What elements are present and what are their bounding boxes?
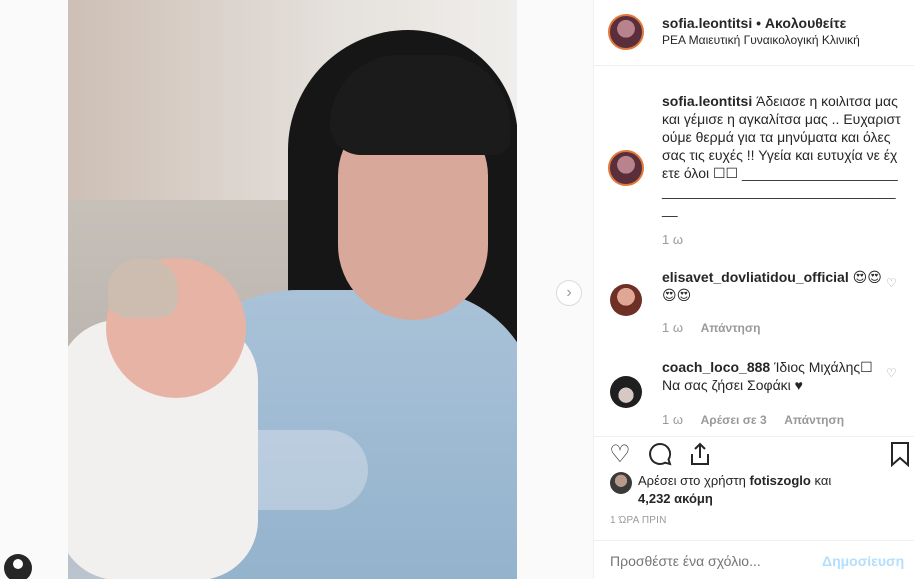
comment-heart-icon[interactable]: ♡ — [886, 276, 897, 290]
commenter-username[interactable]: elisavet_dovliatidou_official — [662, 269, 849, 285]
caption-time[interactable]: 1 ω — [662, 232, 683, 247]
following-button[interactable]: Ακολουθείτε — [765, 15, 846, 31]
likes-prefix: Αρέσει στο χρήστη — [638, 473, 746, 488]
reply-button[interactable]: Απάντηση — [784, 413, 844, 427]
likes-count[interactable]: 4,232 ακόμη — [638, 491, 713, 506]
chevron-right-icon[interactable]: › — [556, 280, 582, 306]
share-icon[interactable] — [686, 441, 714, 469]
comments-list[interactable]: sofia.leontitsi Άδειασε η κοιλιτσα μας κ… — [594, 66, 914, 436]
profile-icon[interactable] — [4, 554, 32, 579]
commenter-avatar[interactable] — [610, 284, 642, 316]
action-bar: ♡ — [594, 436, 914, 474]
post-header: sofia.leontitsi • Ακολουθείτε ΡΕΑ Μαιευτ… — [594, 0, 914, 66]
caption-avatar[interactable] — [608, 150, 644, 186]
bookmark-icon[interactable] — [886, 441, 914, 469]
post-button[interactable]: Δημοσίευση — [822, 553, 904, 569]
post-details: sofia.leontitsi • Ακολουθείτε ΡΕΑ Μαιευτ… — [593, 0, 914, 579]
caption-text: Άδειασε η κοιλιτσα μας και γέμισε η αγκα… — [662, 93, 901, 217]
comment-likes[interactable]: Αρέσει σε 3 — [701, 413, 767, 427]
author-avatar[interactable] — [608, 14, 644, 50]
reply-button[interactable]: Απάντηση — [701, 321, 761, 335]
comment-time[interactable]: 1 ω — [662, 320, 683, 335]
author-username[interactable]: sofia.leontitsi — [662, 15, 752, 31]
location-link[interactable]: ΡΕΑ Μαιευτική Γυναικολογική Κλινική — [662, 33, 860, 47]
heart-icon[interactable]: ♡ — [606, 441, 634, 469]
comment-time[interactable]: 1 ω — [662, 412, 683, 427]
commenter-avatar[interactable] — [610, 376, 642, 408]
commenter-username[interactable]: coach_loco_888 — [662, 359, 770, 375]
caption-username[interactable]: sofia.leontitsi — [662, 93, 752, 109]
comment-input[interactable] — [610, 553, 810, 569]
comment-heart-icon[interactable]: ♡ — [886, 366, 897, 380]
comment-box: Δημοσίευση — [594, 540, 914, 579]
post-photo[interactable] — [68, 0, 517, 579]
post-timestamp[interactable]: 1 ΏΡΑ ΠΡΙΝ — [610, 515, 667, 526]
liker-avatar[interactable] — [610, 472, 632, 494]
likes-middle: και — [814, 473, 832, 488]
liker-username[interactable]: fotiszoglo — [749, 473, 810, 488]
speech-bubble-icon[interactable] — [646, 441, 674, 469]
separator-dot: • — [756, 15, 762, 31]
media-pane: › — [0, 0, 593, 579]
